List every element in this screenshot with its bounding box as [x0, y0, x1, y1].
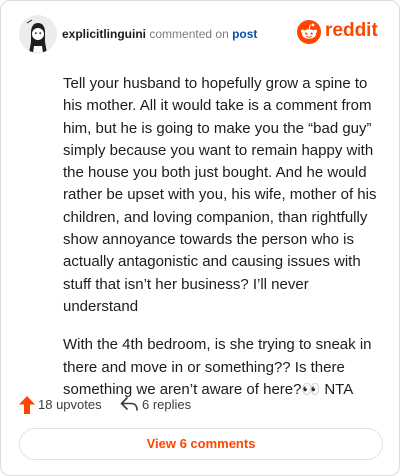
comment-paragraph: With the 4th bedroom, is she trying to s…	[63, 336, 372, 398]
user-avatar-icon[interactable]	[19, 15, 57, 53]
reply-icon	[120, 397, 138, 411]
comment-card: explicitlinguini commented on post reddi…	[0, 0, 400, 476]
reddit-brand[interactable]: reddit	[297, 19, 381, 47]
reddit-alien-icon	[297, 20, 321, 44]
comment-body: Tell your husband to hopefully grow a sp…	[63, 73, 379, 417]
commented-on-text: commented on	[149, 27, 229, 41]
comment-paragraph: Tell your husband to hopefully grow a sp…	[63, 75, 377, 315]
view-comments-button[interactable]: View 6 comments	[19, 428, 383, 460]
username-link[interactable]: explicitlinguini	[62, 27, 146, 41]
post-link[interactable]: post	[232, 27, 257, 41]
reddit-wordmark: reddit	[325, 20, 378, 41]
reply-count: 6 replies	[142, 397, 192, 412]
upvote-count: 18 upvotes	[38, 397, 102, 412]
comment-meta: explicitlinguini commented on post	[62, 27, 257, 41]
upvote-arrow-icon	[19, 396, 35, 414]
